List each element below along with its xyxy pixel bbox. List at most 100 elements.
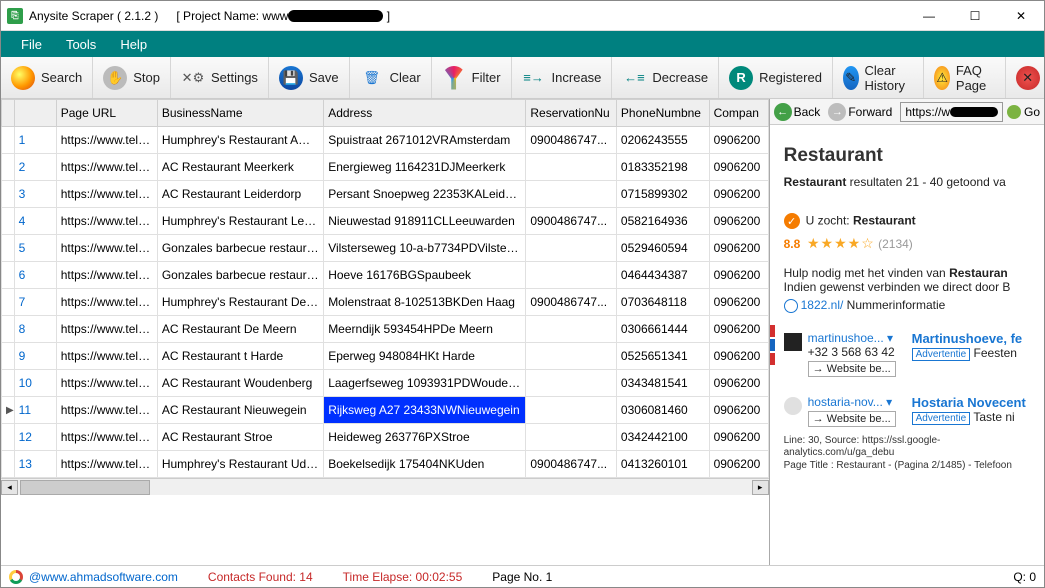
website-button[interactable]: → Website be... xyxy=(808,411,896,427)
cell-page-url: https://www.tele... xyxy=(56,235,157,262)
cell-rownum: 2 xyxy=(14,154,56,181)
cell-phone: 0525651341 xyxy=(616,343,709,370)
menu-tools[interactable]: Tools xyxy=(54,31,108,57)
col-phone[interactable]: PhoneNumbne xyxy=(616,100,709,127)
stop-icon: ✋ xyxy=(103,66,127,90)
rating-row: 8.8 ★★★★☆ (2134) xyxy=(784,235,1030,252)
table-row[interactable]: ▶11https://www.tele...AC Restaurant Nieu… xyxy=(2,397,769,424)
listing-thumb xyxy=(784,333,802,351)
nav-forward[interactable]: →Forward xyxy=(828,103,892,121)
number-info[interactable]: 1822.nl/ Nummerinformatie xyxy=(784,298,1030,313)
cell-page-url: https://www.tele... xyxy=(56,154,157,181)
registered-button[interactable]: RRegistered xyxy=(719,57,833,98)
table-row[interactable]: 8https://www.tele...AC Restaurant De Mee… xyxy=(2,316,769,343)
table-row[interactable]: 7https://www.tele...Humphrey's Restauran… xyxy=(2,289,769,316)
scroll-thumb[interactable] xyxy=(20,480,150,495)
exit-button[interactable]: ✕Exit xyxy=(1006,57,1045,98)
cell-rownum: 9 xyxy=(14,343,56,370)
listing-thumb xyxy=(784,397,802,415)
settings-button[interactable]: ✕⚙Settings xyxy=(171,57,269,98)
table-row[interactable]: 6https://www.tele...Gonzales barbecue re… xyxy=(2,262,769,289)
menu-file[interactable]: File xyxy=(9,31,54,57)
cell-rownum: 7 xyxy=(14,289,56,316)
window-maximize[interactable]: ☐ xyxy=(952,1,998,30)
status-url[interactable]: @www.ahmadsoftware.com xyxy=(29,570,178,584)
url-input[interactable]: https://w xyxy=(900,102,1003,122)
table-row[interactable]: 1https://www.tele...Humphrey's Restauran… xyxy=(2,127,769,154)
scroll-left-arrow[interactable]: ◂ xyxy=(1,480,18,495)
filter-button[interactable]: Filter xyxy=(432,57,512,98)
cell-reservation xyxy=(526,397,617,424)
data-grid[interactable]: Page URL BusinessName Address Reservatio… xyxy=(1,99,770,565)
table-row[interactable]: 13https://www.tele...Humphrey's Restaura… xyxy=(2,451,769,478)
decrease-button[interactable]: ←≡Decrease xyxy=(612,57,719,98)
listing-title[interactable]: Martinushoeve, fe xyxy=(912,331,1023,346)
row-indicator xyxy=(2,262,15,289)
table-row[interactable]: 12https://www.tele...AC Restaurant Stroe… xyxy=(2,424,769,451)
table-row[interactable]: 2https://www.tele...AC Restaurant Meerke… xyxy=(2,154,769,181)
cell-phone: 0464434387 xyxy=(616,262,709,289)
listing-name[interactable]: martinushoe... ▾ xyxy=(808,331,912,345)
horizontal-scrollbar[interactable]: ◂ ▸ xyxy=(1,478,769,495)
row-indicator xyxy=(2,289,15,316)
help-line2: Indien gewenst verbinden we direct door … xyxy=(784,280,1030,294)
status-queue: Q: 0 xyxy=(1013,570,1036,584)
col-reservation[interactable]: ReservationNu xyxy=(526,100,617,127)
table-row[interactable]: 5https://www.tele...Gonzales barbecue re… xyxy=(2,235,769,262)
cell-rownum: 12 xyxy=(14,424,56,451)
nav-back[interactable]: ←Back xyxy=(774,103,821,121)
menu-help[interactable]: Help xyxy=(108,31,159,57)
nav-go[interactable]: Go xyxy=(1007,105,1040,119)
row-indicator xyxy=(2,181,15,208)
cell-address: Molenstraat 8-102513BKDen Haag xyxy=(324,289,526,316)
listing-name[interactable]: hostaria-nov... ▾ xyxy=(808,395,912,409)
col-indicator[interactable] xyxy=(2,100,15,127)
col-address[interactable]: Address xyxy=(324,100,526,127)
window-close[interactable]: ✕ xyxy=(998,1,1044,30)
clear-icon: 🗑 xyxy=(360,66,384,90)
ad-badge: Advertentie xyxy=(912,412,971,425)
cell-company: 0906200 xyxy=(709,343,768,370)
website-button[interactable]: → Website be... xyxy=(808,361,896,377)
cell-business-name: Humphrey's Restaurant Uden xyxy=(157,451,323,478)
cell-rownum: 11 xyxy=(14,397,56,424)
stop-button[interactable]: ✋Stop xyxy=(93,57,171,98)
scroll-right-arrow[interactable]: ▸ xyxy=(752,480,769,495)
col-rownum[interactable] xyxy=(14,100,56,127)
cell-rownum: 8 xyxy=(14,316,56,343)
cell-business-name: AC Restaurant Leiderdorp xyxy=(157,181,323,208)
faq-button[interactable]: ⚠FAQ Page xyxy=(924,57,1005,98)
save-button[interactable]: 💾Save xyxy=(269,57,350,98)
cell-phone: 0206243555 xyxy=(616,127,709,154)
clear-button[interactable]: 🗑Clear xyxy=(350,57,432,98)
cell-business-name: Gonzales barbecue restaura... xyxy=(157,262,323,289)
browser-panel: ←Back →Forward https://w Go Restaurant R… xyxy=(770,99,1044,565)
cell-address: Hoeve 16176BGSpaubeek xyxy=(324,262,526,289)
cell-address: Boekelsedijk 175404NKUden xyxy=(324,451,526,478)
cell-company: 0906200 xyxy=(709,289,768,316)
menubar: File Tools Help xyxy=(1,31,1044,57)
cell-business-name: Humphrey's Restaurant Leeu... xyxy=(157,208,323,235)
splitter[interactable] xyxy=(770,125,775,565)
increase-button[interactable]: ≡→Increase xyxy=(512,57,613,98)
toolbar: Search ✋Stop ✕⚙Settings 💾Save 🗑Clear Fil… xyxy=(1,57,1044,99)
cell-reservation xyxy=(526,424,617,451)
window-minimize[interactable]: — xyxy=(906,1,952,30)
cell-address: Rijksweg A27 23433NWNieuwegein xyxy=(324,397,526,424)
table-row[interactable]: 10https://www.tele...AC Restaurant Woude… xyxy=(2,370,769,397)
search-button[interactable]: Search xyxy=(1,57,93,98)
col-page-url[interactable]: Page URL xyxy=(56,100,157,127)
table-row[interactable]: 4https://www.tele...Humphrey's Restauran… xyxy=(2,208,769,235)
col-business-name[interactable]: BusinessName xyxy=(157,100,323,127)
increase-icon: ≡→ xyxy=(522,66,546,90)
cell-address: Nieuwestad 918911CLLeeuwarden xyxy=(324,208,526,235)
clear-history-button[interactable]: ✎Clear History xyxy=(833,57,924,98)
cell-company: 0906200 xyxy=(709,208,768,235)
cell-company: 0906200 xyxy=(709,181,768,208)
cell-rownum: 5 xyxy=(14,235,56,262)
listing-title[interactable]: Hostaria Novecent xyxy=(912,395,1026,410)
cell-company: 0906200 xyxy=(709,397,768,424)
col-company[interactable]: Compan xyxy=(709,100,768,127)
table-row[interactable]: 3https://www.tele...AC Restaurant Leider… xyxy=(2,181,769,208)
table-row[interactable]: 9https://www.tele...AC Restaurant t Hard… xyxy=(2,343,769,370)
